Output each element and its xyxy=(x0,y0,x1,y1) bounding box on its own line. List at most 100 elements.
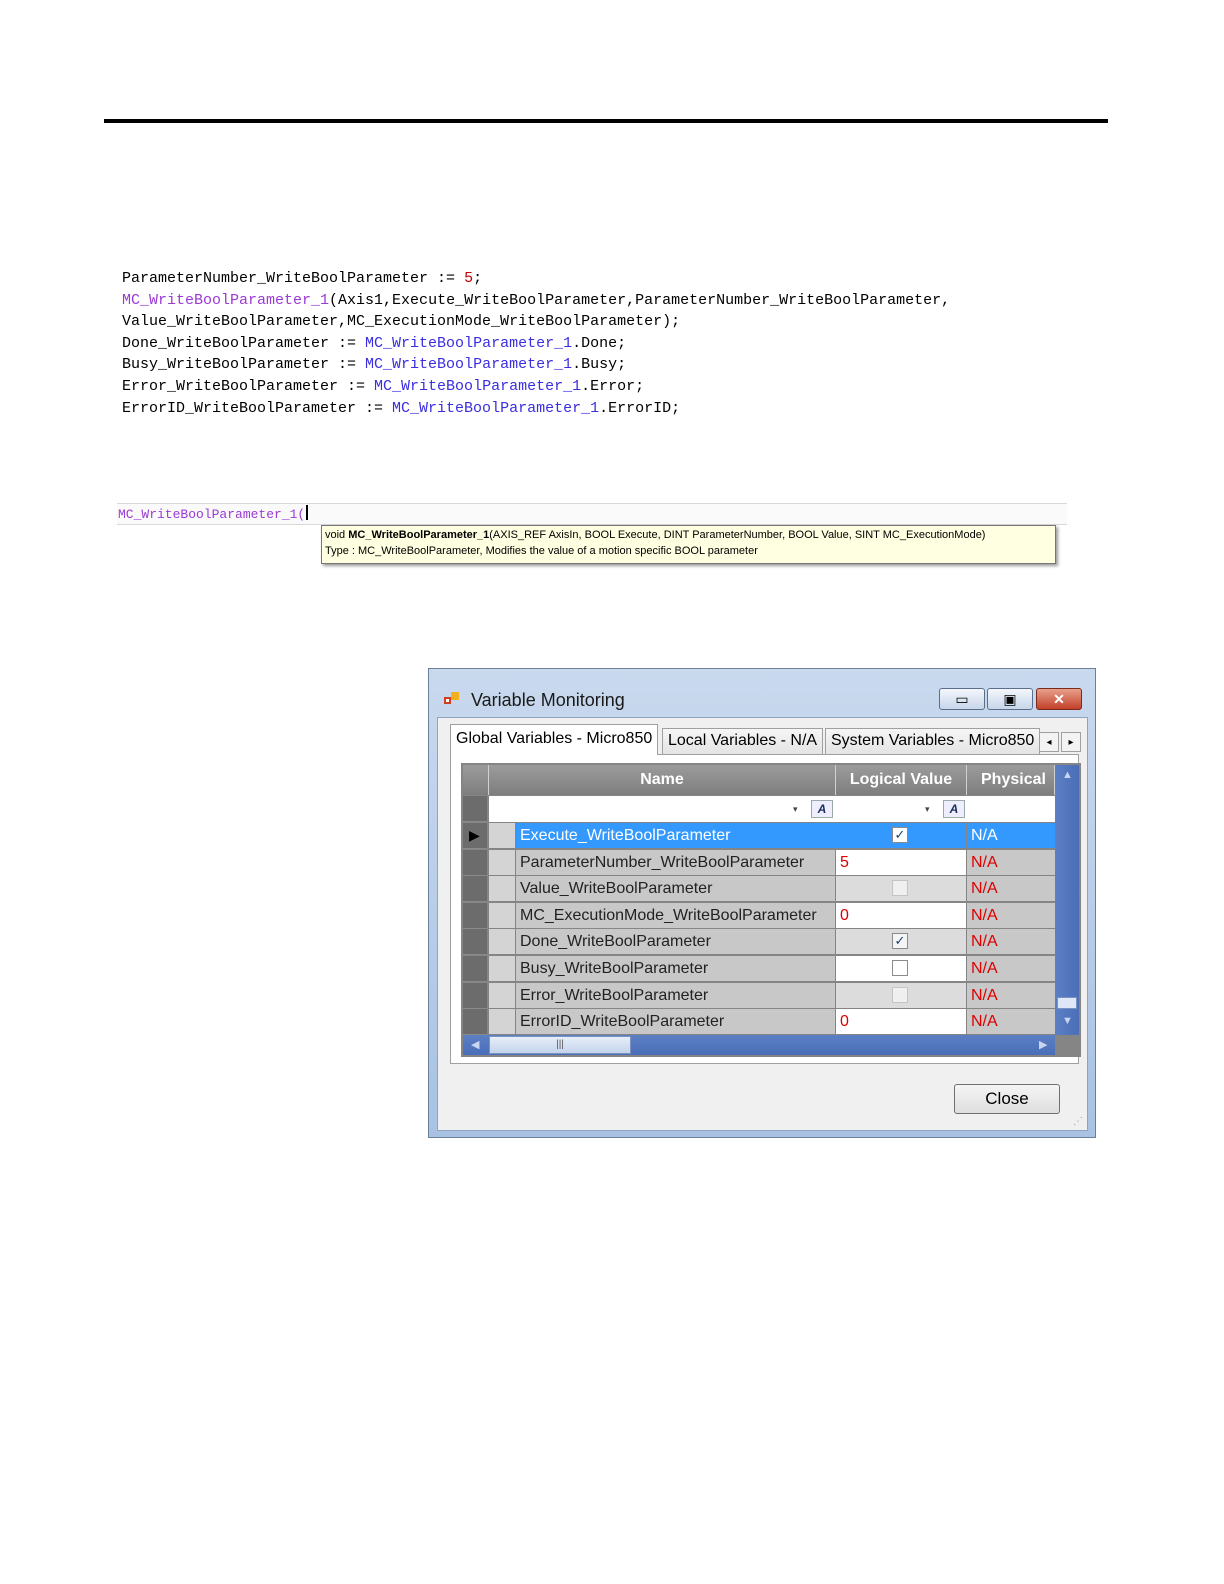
row-header[interactable] xyxy=(463,903,487,929)
tooltip-signature: void MC_WriteBoolParameter_1(AXIS_REF Ax… xyxy=(325,529,986,541)
tab-local-variables[interactable]: Local Variables - N/A xyxy=(662,728,824,754)
row-selector-cell[interactable] xyxy=(489,956,515,981)
code-line: Error_WriteBoolParameter := MC_WriteBool… xyxy=(122,376,950,398)
logical-value-cell[interactable] xyxy=(836,876,966,901)
logical-value-cell[interactable]: 0 xyxy=(836,903,966,928)
variable-name-cell[interactable]: Error_WriteBoolParameter xyxy=(516,983,835,1008)
scroll-right-icon[interactable]: ▶ xyxy=(1039,1038,1047,1051)
logical-value-text: 0 xyxy=(840,1013,849,1030)
value-checkbox[interactable] xyxy=(892,880,908,896)
row-selector-cell[interactable] xyxy=(489,983,515,1008)
vertical-scroll-thumb[interactable] xyxy=(1057,997,1077,1009)
close-icon: ✕ xyxy=(1053,691,1065,707)
code-token: ParameterNumber_WriteBoolParameter := xyxy=(122,270,465,287)
code-token: .Done; xyxy=(572,334,627,352)
logical-value-cell[interactable]: ✓ xyxy=(836,929,966,954)
tab-system-variables[interactable]: System Variables - Micro850 xyxy=(825,728,1041,754)
variable-name-cell[interactable]: MC_ExecutionMode_WriteBoolParameter xyxy=(516,903,835,928)
variable-name-cell[interactable]: ErrorID_WriteBoolParameter xyxy=(516,1009,835,1034)
row-selector-cell[interactable] xyxy=(489,929,515,954)
column-header-physical[interactable]: Physical xyxy=(967,765,1055,795)
logical-value-cell[interactable]: ✓ xyxy=(836,823,966,848)
row-header[interactable]: ▶ xyxy=(463,823,487,849)
variable-name-cell[interactable]: Execute_WriteBoolParameter xyxy=(516,823,835,848)
variable-name-cell[interactable]: Busy_WriteBoolParameter xyxy=(516,956,835,981)
scroll-left-icon[interactable]: ◀ xyxy=(471,1038,479,1051)
maximize-button[interactable]: ▣ xyxy=(987,688,1033,710)
scroll-down-icon[interactable]: ▼ xyxy=(1062,1015,1073,1027)
physical-value-cell[interactable]: N/A xyxy=(967,876,1055,901)
value-checkbox[interactable] xyxy=(892,960,908,976)
value-filter-icon[interactable]: A xyxy=(943,800,965,818)
close-window-button[interactable]: ✕ xyxy=(1036,688,1082,710)
filter-row: ▾ A ▾ A xyxy=(489,796,1055,822)
scroll-up-icon[interactable]: ▲ xyxy=(1062,769,1073,781)
row-header[interactable] xyxy=(463,929,487,955)
value-checkbox[interactable]: ✓ xyxy=(892,827,908,843)
vertical-scrollbar[interactable]: ▲ ▼ xyxy=(1055,765,1079,1035)
value-checkbox[interactable]: ✓ xyxy=(892,933,908,949)
variable-name-cell[interactable]: Done_WriteBoolParameter xyxy=(516,929,835,954)
physical-value-cell[interactable]: N/A xyxy=(967,850,1055,875)
physical-value-cell[interactable]: N/A xyxy=(967,1009,1055,1034)
row-selector-cell[interactable] xyxy=(489,876,515,901)
row-selector-cell[interactable] xyxy=(489,903,515,928)
row-header[interactable] xyxy=(463,956,487,982)
table-row[interactable]: ErrorID_WriteBoolParameter 0 N/A xyxy=(489,1009,1055,1035)
code-line: ErrorID_WriteBoolParameter := MC_WriteBo… xyxy=(122,398,950,420)
code-token: MC_WriteBoolParameter_1 xyxy=(365,356,573,374)
table-row[interactable]: ParameterNumber_WriteBoolParameter 5 N/A xyxy=(489,850,1055,876)
code-token: Busy_WriteBoolParameter := xyxy=(122,356,366,374)
column-header-logical-value[interactable]: Logical Value xyxy=(836,765,967,795)
row-selector-cell[interactable] xyxy=(489,850,515,875)
row-header[interactable] xyxy=(463,1009,487,1035)
horizontal-scrollbar[interactable]: ◀ ||| ▶ xyxy=(463,1035,1055,1055)
header-rule xyxy=(104,119,1108,123)
close-button[interactable]: Close xyxy=(954,1084,1060,1114)
value-filter-dropdown-icon[interactable]: ▾ xyxy=(925,804,930,815)
table-row[interactable]: Value_WriteBoolParameter N/A xyxy=(489,876,1055,902)
tab-scroll-right-icon[interactable]: ▸ xyxy=(1061,732,1081,752)
physical-value-cell[interactable]: N/A xyxy=(967,983,1055,1008)
window-client: Global Variables - Micro850 Local Variab… xyxy=(437,717,1088,1131)
code-token: MC_WriteBoolParameter_1 xyxy=(365,334,573,352)
row-header[interactable] xyxy=(463,850,487,876)
tab-panel: Name Logical Value Physical ▾ A ▾ A ▶ Exe… xyxy=(450,754,1081,1064)
row-selector-cell[interactable] xyxy=(489,1009,515,1034)
code-editor-line[interactable]: MC_WriteBoolParameter_1( xyxy=(117,503,1067,525)
physical-value-cell[interactable]: N/A xyxy=(967,823,1055,848)
logical-value-cell[interactable]: 5 xyxy=(836,850,966,875)
window-title: Variable Monitoring xyxy=(471,690,625,710)
physical-value-cell[interactable]: N/A xyxy=(967,956,1055,981)
column-header-name[interactable]: Name xyxy=(489,765,836,795)
tab-scroll-left-icon[interactable]: ◂ xyxy=(1039,732,1059,752)
resize-grip-icon[interactable]: ⋰ xyxy=(1073,1116,1083,1127)
value-checkbox[interactable] xyxy=(892,987,908,1003)
intellisense-tooltip: void MC_WriteBoolParameter_1(AXIS_REF Ax… xyxy=(321,525,1056,564)
table-row[interactable]: Busy_WriteBoolParameter N/A xyxy=(489,956,1055,982)
title-bar[interactable]: Variable Monitoring ▭ ▣ ✕ xyxy=(429,669,1095,717)
tab-global-variables[interactable]: Global Variables - Micro850 xyxy=(450,724,659,755)
physical-value-cell[interactable]: N/A xyxy=(967,903,1055,928)
table-row[interactable]: Error_WriteBoolParameter N/A xyxy=(489,983,1055,1009)
table-row[interactable]: Execute_WriteBoolParameter ✓ N/A xyxy=(489,823,1055,849)
minimize-button[interactable]: ▭ xyxy=(939,688,985,710)
logical-value-cell[interactable]: 0 xyxy=(836,1009,966,1034)
physical-value-cell[interactable]: N/A xyxy=(967,929,1055,954)
variable-monitoring-window: Variable Monitoring ▭ ▣ ✕ Global Variabl… xyxy=(428,668,1096,1138)
logical-value-cell[interactable] xyxy=(836,956,966,981)
name-filter-icon[interactable]: A xyxy=(811,800,833,818)
horizontal-scroll-thumb[interactable]: ||| xyxy=(489,1036,631,1054)
name-filter-dropdown-icon[interactable]: ▾ xyxy=(793,804,798,815)
logical-value-cell[interactable] xyxy=(836,983,966,1008)
row-selector-cell[interactable] xyxy=(489,823,515,848)
variable-name-cell[interactable]: ParameterNumber_WriteBoolParameter xyxy=(516,850,835,875)
code-token: .ErrorID; xyxy=(599,399,681,417)
table-row[interactable]: Done_WriteBoolParameter ✓ N/A xyxy=(489,929,1055,955)
row-header[interactable] xyxy=(463,876,487,902)
table-row[interactable]: MC_ExecutionMode_WriteBoolParameter 0 N/A xyxy=(489,903,1055,929)
code-token: .Busy; xyxy=(572,356,627,374)
logical-value-text: 5 xyxy=(840,854,849,871)
row-header[interactable] xyxy=(463,983,487,1009)
variable-name-cell[interactable]: Value_WriteBoolParameter xyxy=(516,876,835,901)
